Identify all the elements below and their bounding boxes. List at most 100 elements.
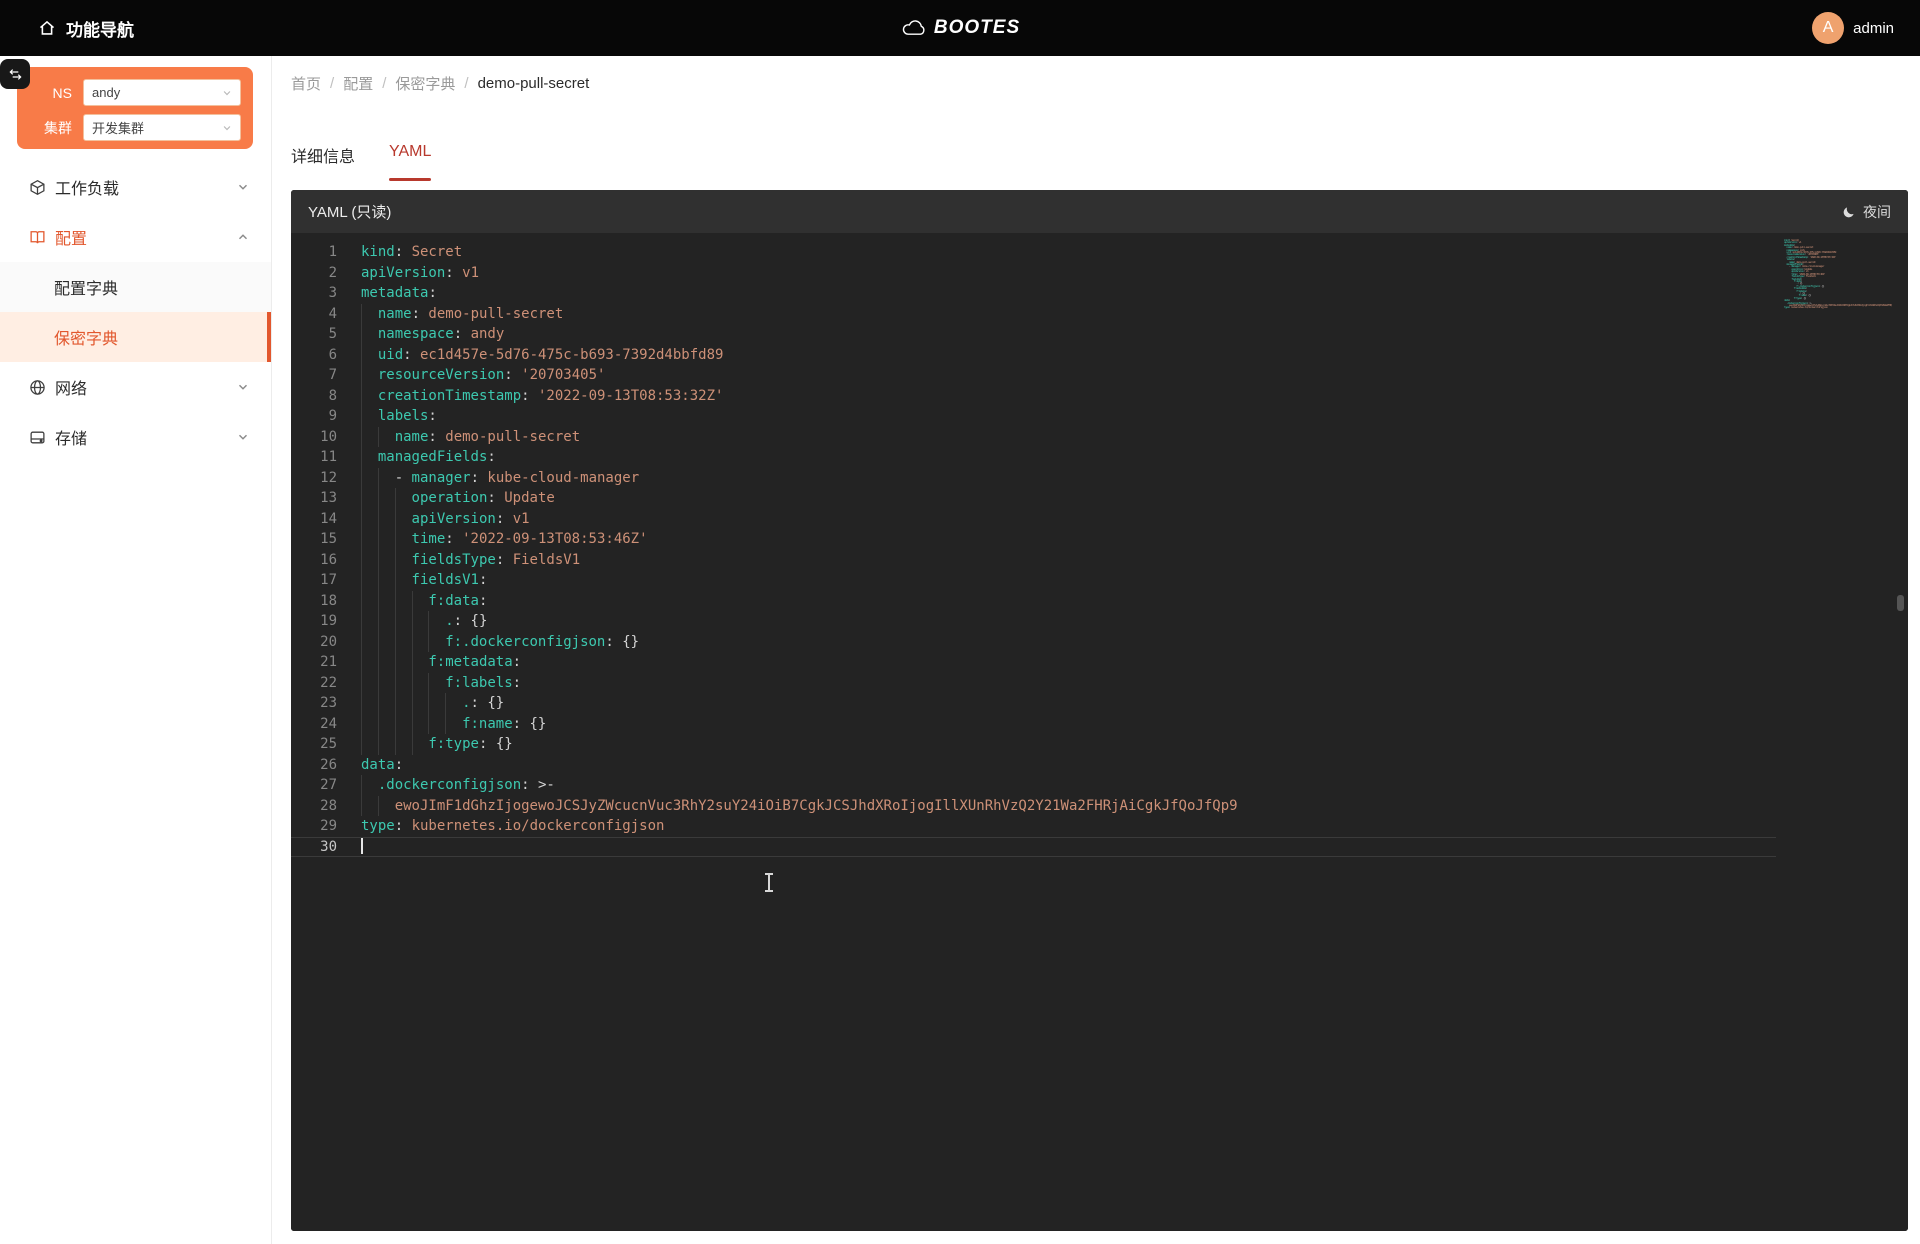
code-line: 11 managedFields:: [291, 447, 1776, 468]
sidebar: NS andy 集群 开发集群 工作负载配置配置字典保密字典网络存储: [0, 56, 272, 1244]
code-line: 16 fieldsType: FieldsV1: [291, 550, 1776, 571]
tab-详细信息[interactable]: 详细信息: [291, 143, 355, 181]
sidebar-item-workloads[interactable]: 工作负载: [0, 162, 271, 212]
code-line: 24 f:name: {}: [291, 714, 1776, 735]
code-editor[interactable]: 1kind: Secret2apiVersion: v13metadata:4 …: [291, 233, 1776, 857]
sidebar-item-config[interactable]: 配置: [0, 212, 271, 262]
code-line: 8 creationTimestamp: '2022-09-13T08:53:3…: [291, 386, 1776, 407]
sidebar-subitem-label: 保密字典: [54, 325, 118, 349]
network-icon: [29, 379, 46, 396]
code-line: 27 .dockerconfigjson: >-: [291, 775, 1776, 796]
editor-title: YAML (只读): [308, 201, 391, 222]
mouse-cursor-ibeam: [768, 874, 770, 891]
text-cursor: [361, 838, 363, 854]
code-line: 29type: kubernetes.io/dockerconfigjson: [291, 816, 1776, 837]
code-line: 13 operation: Update: [291, 488, 1776, 509]
cluster-select[interactable]: 开发集群: [83, 114, 241, 141]
line-number: 2: [291, 263, 337, 284]
breadcrumb-separator: /: [382, 75, 386, 92]
minimap[interactable]: kind: Secret apiVersion: v1 metadata: na…: [1784, 239, 1892, 325]
line-number: 26: [291, 755, 337, 776]
cluster-label: 集群: [17, 118, 72, 138]
line-number: 14: [291, 509, 337, 530]
chevron-up-icon: [237, 231, 249, 243]
config-icon: [29, 229, 46, 246]
breadcrumb-item[interactable]: 配置: [343, 73, 373, 94]
line-number: 21: [291, 652, 337, 673]
line-number: 23: [291, 693, 337, 714]
chevron-down-icon: [237, 181, 249, 193]
tab-yaml[interactable]: YAML: [389, 143, 431, 181]
line-number: 3: [291, 283, 337, 304]
chevron-down-icon: [237, 381, 249, 393]
sidebar-item-network[interactable]: 网络: [0, 362, 271, 412]
line-number: 25: [291, 734, 337, 755]
code-line: 17 fieldsV1:: [291, 570, 1776, 591]
sidebar-item-storage[interactable]: 存储: [0, 412, 271, 462]
code-line: 21 f:metadata:: [291, 652, 1776, 673]
code-line: 5 namespace: andy: [291, 324, 1776, 345]
tab-bar: 详细信息 YAML: [291, 143, 431, 181]
sidebar-subitem-label: 配置字典: [54, 275, 118, 299]
workload-icon: [29, 179, 46, 196]
line-number: 7: [291, 365, 337, 386]
nav-home[interactable]: 功能导航: [0, 16, 134, 41]
line-number: 28: [291, 796, 337, 817]
line-number: 27: [291, 775, 337, 796]
code-line: 2apiVersion: v1: [291, 263, 1776, 284]
code-area[interactable]: 1kind: Secret2apiVersion: v13metadata:4 …: [291, 233, 1908, 1231]
sidebar-subitem-configmap[interactable]: 配置字典: [0, 262, 271, 312]
line-number: 4: [291, 304, 337, 325]
line-number: 22: [291, 673, 337, 694]
line-number: 19: [291, 611, 337, 632]
code-line: 25 f:type: {}: [291, 734, 1776, 755]
breadcrumb-item[interactable]: 保密字典: [395, 73, 455, 94]
namespace-panel: NS andy 集群 开发集群: [17, 67, 253, 149]
code-line: 18 f:data:: [291, 591, 1776, 612]
yaml-editor-panel: YAML (只读) 夜间 1kind: Secret2apiVersion: v…: [291, 190, 1908, 1231]
line-number: 24: [291, 714, 337, 735]
sidebar-subitem-secret[interactable]: 保密字典: [0, 312, 271, 362]
code-line: 14 apiVersion: v1: [291, 509, 1776, 530]
main-content: 首页/配置/保密字典/demo-pull-secret 详细信息YAML YAM…: [272, 56, 1920, 1244]
code-line: 1kind: Secret: [291, 242, 1776, 263]
sidebar-collapse-button[interactable]: [0, 59, 30, 89]
storage-icon: [29, 429, 46, 446]
code-line: 12 - manager: kube-cloud-manager: [291, 468, 1776, 489]
nav-title: 功能导航: [66, 16, 134, 41]
theme-toggle-button[interactable]: 夜间: [1842, 202, 1891, 222]
breadcrumb-item[interactable]: 首页: [291, 73, 321, 94]
scrollbar-mark[interactable]: [1897, 595, 1904, 611]
code-line: 15 time: '2022-09-13T08:53:46Z': [291, 529, 1776, 550]
code-line: 28 ewoJImF1dGhzIjogewoJCSJyZWcucnVuc3RhY…: [291, 796, 1776, 817]
avatar[interactable]: A: [1812, 12, 1844, 44]
sidebar-item-label: 网络: [55, 375, 237, 399]
cluster-select-value: 开发集群: [92, 118, 144, 137]
line-number: 6: [291, 345, 337, 366]
sidebar-menu: 工作负载配置配置字典保密字典网络存储: [0, 162, 271, 462]
namespace-select[interactable]: andy: [83, 79, 241, 106]
user-area: A admin: [1812, 12, 1920, 44]
code-line: 9 labels:: [291, 406, 1776, 427]
theme-toggle-label: 夜间: [1863, 202, 1891, 222]
chevron-down-icon: [222, 88, 232, 98]
home-icon: [38, 19, 56, 37]
line-number: 5: [291, 324, 337, 345]
line-number: 16: [291, 550, 337, 571]
chevron-down-icon: [237, 431, 249, 443]
line-number: 10: [291, 427, 337, 448]
line-number: 15: [291, 529, 337, 550]
sidebar-item-label: 工作负载: [55, 175, 237, 199]
code-line: 10 name: demo-pull-secret: [291, 427, 1776, 448]
code-line: 6 uid: ec1d457e-5d76-475c-b693-7392d4bbf…: [291, 345, 1776, 366]
code-line: 20 f:.dockerconfigjson: {}: [291, 632, 1776, 653]
code-line: 30: [291, 837, 1776, 858]
editor-header: YAML (只读) 夜间: [291, 190, 1908, 233]
line-number: 30: [291, 837, 337, 858]
breadcrumb: 首页/配置/保密字典/demo-pull-secret: [291, 73, 589, 94]
code-line: 19 .: {}: [291, 611, 1776, 632]
line-number: 17: [291, 570, 337, 591]
code-line: 3metadata:: [291, 283, 1776, 304]
sidebar-item-label: 配置: [55, 225, 237, 249]
brand-logo: BOOTES: [900, 17, 1020, 39]
